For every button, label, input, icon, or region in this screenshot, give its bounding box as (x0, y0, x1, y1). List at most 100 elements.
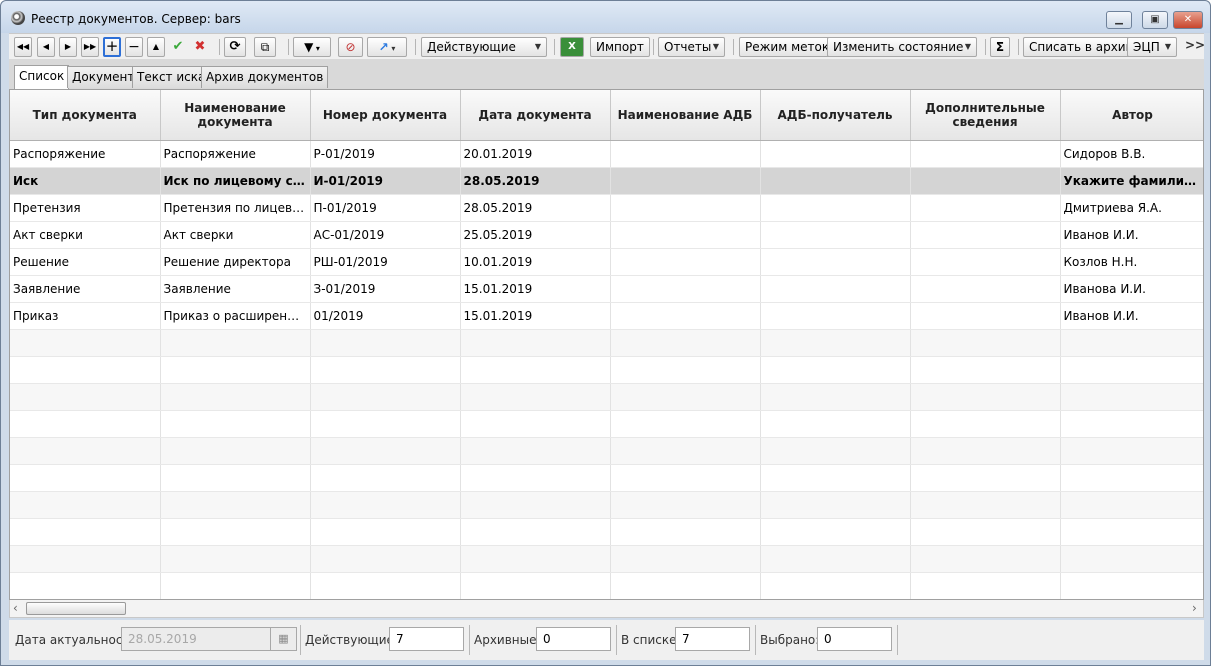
first-record-button[interactable]: ◀◀ (14, 37, 32, 57)
confirm-button[interactable]: ✔ (169, 37, 187, 57)
scroll-right-icon[interactable]: › (1192, 601, 1197, 615)
col-doc-date-cell[interactable]: 28.05.2019 (460, 194, 611, 222)
col-additional-info-cell[interactable] (910, 194, 1061, 222)
col-doc-type-cell[interactable]: Претензия (10, 194, 161, 222)
archive-button[interactable]: Списать в архив (1023, 37, 1139, 57)
col-doc-type-header[interactable]: Тип документа (10, 90, 161, 141)
col-adb-recipient-header[interactable]: АДБ-получатель (760, 90, 911, 141)
tab-list[interactable]: Список (14, 65, 70, 89)
table-row[interactable]: Решение Решение директора РШ-01/2019 10.01.… (10, 248, 1203, 276)
change-state-menu[interactable]: Изменить состояние ▼ (827, 37, 977, 57)
table-row[interactable]: ПретензияПретензия по лицевому…П-01/2019… (10, 194, 1203, 222)
col-doc-number-cell[interactable]: Р-01/2019 (310, 140, 461, 168)
col-additional-info-cell[interactable] (910, 248, 1061, 276)
col-additional-info-cell[interactable] (910, 140, 1061, 168)
col-doc-name-cell[interactable]: Акт сверки (160, 221, 311, 249)
col-author-cell[interactable]: Козлов Н.Н. (1060, 248, 1203, 276)
col-doc-name-header[interactable]: Наименование документа (160, 90, 311, 141)
col-adb-recipient-cell[interactable] (760, 140, 911, 168)
table-row[interactable]: Заявление Заявление З-01/2019 15.01.2019 Ива… (10, 275, 1203, 303)
col-doc-type-cell[interactable]: Распоряжение (10, 140, 161, 168)
col-doc-name-cell[interactable]: Претензия по лицевому… (160, 194, 311, 222)
col-author-cell[interactable]: Иванова И.И. (1060, 275, 1203, 303)
col-doc-number-cell[interactable]: АС-01/2019 (310, 221, 461, 249)
col-adb-name-cell[interactable] (610, 167, 761, 195)
col-adb-name-cell[interactable] (610, 194, 761, 222)
table-row[interactable]: Распоряжение Распоряжение Р-01/2019 20.01.2… (10, 140, 1203, 168)
copy-button[interactable]: ⧉ (254, 37, 276, 57)
col-doc-number-cell[interactable]: 01/2019 (310, 302, 461, 330)
col-doc-date-cell[interactable]: 15.01.2019 (460, 302, 611, 330)
horizontal-scrollbar[interactable]: ‹ › (9, 600, 1204, 618)
clear-filter-button[interactable]: ⊘ (338, 37, 363, 57)
col-additional-info-cell[interactable] (910, 167, 1061, 195)
tab-document[interactable]: Документ (67, 66, 140, 88)
filter-button[interactable]: ▼ ▾ (293, 37, 331, 57)
col-author-cell[interactable]: Укажите фамилию У.У. (1060, 167, 1203, 195)
add-button[interactable]: + (103, 37, 121, 57)
close-button[interactable]: ✕ (1173, 11, 1203, 29)
col-adb-recipient-cell[interactable] (760, 248, 911, 276)
col-additional-info-cell[interactable] (910, 275, 1061, 303)
col-adb-recipient-cell[interactable] (760, 194, 911, 222)
col-doc-type-cell[interactable]: Решение (10, 248, 161, 276)
col-doc-type-cell[interactable]: Иск (10, 167, 161, 195)
import-button[interactable]: Импорт (590, 37, 650, 57)
table-row[interactable]: Приказ Приказ о расширении … 01/2019 15.01.… (10, 302, 1203, 330)
col-additional-info-cell[interactable] (910, 221, 1061, 249)
col-doc-name-cell[interactable]: Решение директора (160, 248, 311, 276)
delete-button[interactable]: ✖ (191, 37, 209, 57)
maximize-button[interactable]: ▣ (1142, 11, 1168, 29)
col-doc-name-cell[interactable]: Распоряжение (160, 140, 311, 168)
col-doc-number-cell[interactable]: З-01/2019 (310, 275, 461, 303)
toolbar-overflow-button[interactable]: >> (1185, 38, 1205, 52)
col-author-header[interactable]: Автор (1060, 90, 1203, 141)
col-author-cell[interactable]: Иванов И.И. (1060, 302, 1203, 330)
col-doc-date-header[interactable]: Дата документа (460, 90, 611, 141)
marks-mode-button[interactable]: Режим меток (739, 37, 836, 57)
table-row[interactable]: Акт сверки Акт сверки АС-01/2019 25.05.2019… (10, 221, 1203, 249)
col-doc-date-cell[interactable]: 10.01.2019 (460, 248, 611, 276)
prev-record-button[interactable]: ◀ (37, 37, 55, 57)
col-adb-recipient-cell[interactable] (760, 167, 911, 195)
col-doc-date-cell[interactable]: 20.01.2019 (460, 140, 611, 168)
col-doc-date-cell[interactable]: 25.05.2019 (460, 221, 611, 249)
col-adb-name-cell[interactable] (610, 140, 761, 168)
sum-button[interactable]: Σ (990, 37, 1010, 57)
col-adb-name-header[interactable]: Наименование АДБ (610, 90, 761, 141)
col-doc-number-header[interactable]: Номер документа (310, 90, 461, 141)
col-doc-date-cell[interactable]: 28.05.2019 (460, 167, 611, 195)
tab-document-archive[interactable]: Архив документов (201, 66, 329, 88)
col-doc-number-cell[interactable]: И-01/2019 (310, 167, 461, 195)
refresh-button[interactable]: ⟳ (224, 37, 246, 57)
col-additional-info-cell[interactable] (910, 302, 1061, 330)
col-author-cell[interactable]: Сидоров В.В. (1060, 140, 1203, 168)
scrollbar-thumb[interactable] (26, 602, 126, 615)
move-up-button[interactable]: ▲ (147, 37, 165, 57)
col-doc-number-cell[interactable]: П-01/2019 (310, 194, 461, 222)
status-filter-select[interactable]: Действующие ▼ (421, 37, 547, 57)
next-record-button[interactable]: ▶ (59, 37, 77, 57)
col-additional-info-header[interactable]: Дополнительные сведения (910, 90, 1061, 141)
esign-menu[interactable]: ЭЦП ▼ (1127, 37, 1177, 57)
col-doc-name-cell[interactable]: Приказ о расширении … (160, 302, 311, 330)
col-doc-type-cell[interactable]: Заявление (10, 275, 161, 303)
excel-export-button[interactable]: X (560, 37, 584, 57)
col-doc-date-cell[interactable]: 15.01.2019 (460, 275, 611, 303)
col-doc-type-cell[interactable]: Акт сверки (10, 221, 161, 249)
col-doc-name-cell[interactable]: Заявление (160, 275, 311, 303)
col-adb-recipient-cell[interactable] (760, 221, 911, 249)
last-record-button[interactable]: ▶▶ (81, 37, 99, 57)
table-row[interactable]: ИскИск по лицевому счет…И-01/201928.05.2… (10, 167, 1203, 195)
reports-menu[interactable]: Отчеты ▼ (658, 37, 725, 57)
col-adb-recipient-cell[interactable] (760, 302, 911, 330)
remove-button[interactable]: − (125, 37, 143, 57)
col-adb-name-cell[interactable] (610, 248, 761, 276)
col-doc-number-cell[interactable]: РШ-01/2019 (310, 248, 461, 276)
minimize-button[interactable]: ▁ (1106, 11, 1132, 29)
col-doc-name-cell[interactable]: Иск по лицевому счет… (160, 167, 311, 195)
col-author-cell[interactable]: Дмитриева Я.А. (1060, 194, 1203, 222)
col-adb-name-cell[interactable] (610, 221, 761, 249)
tab-claim-text[interactable]: Текст иска (132, 66, 211, 88)
col-adb-recipient-cell[interactable] (760, 275, 911, 303)
